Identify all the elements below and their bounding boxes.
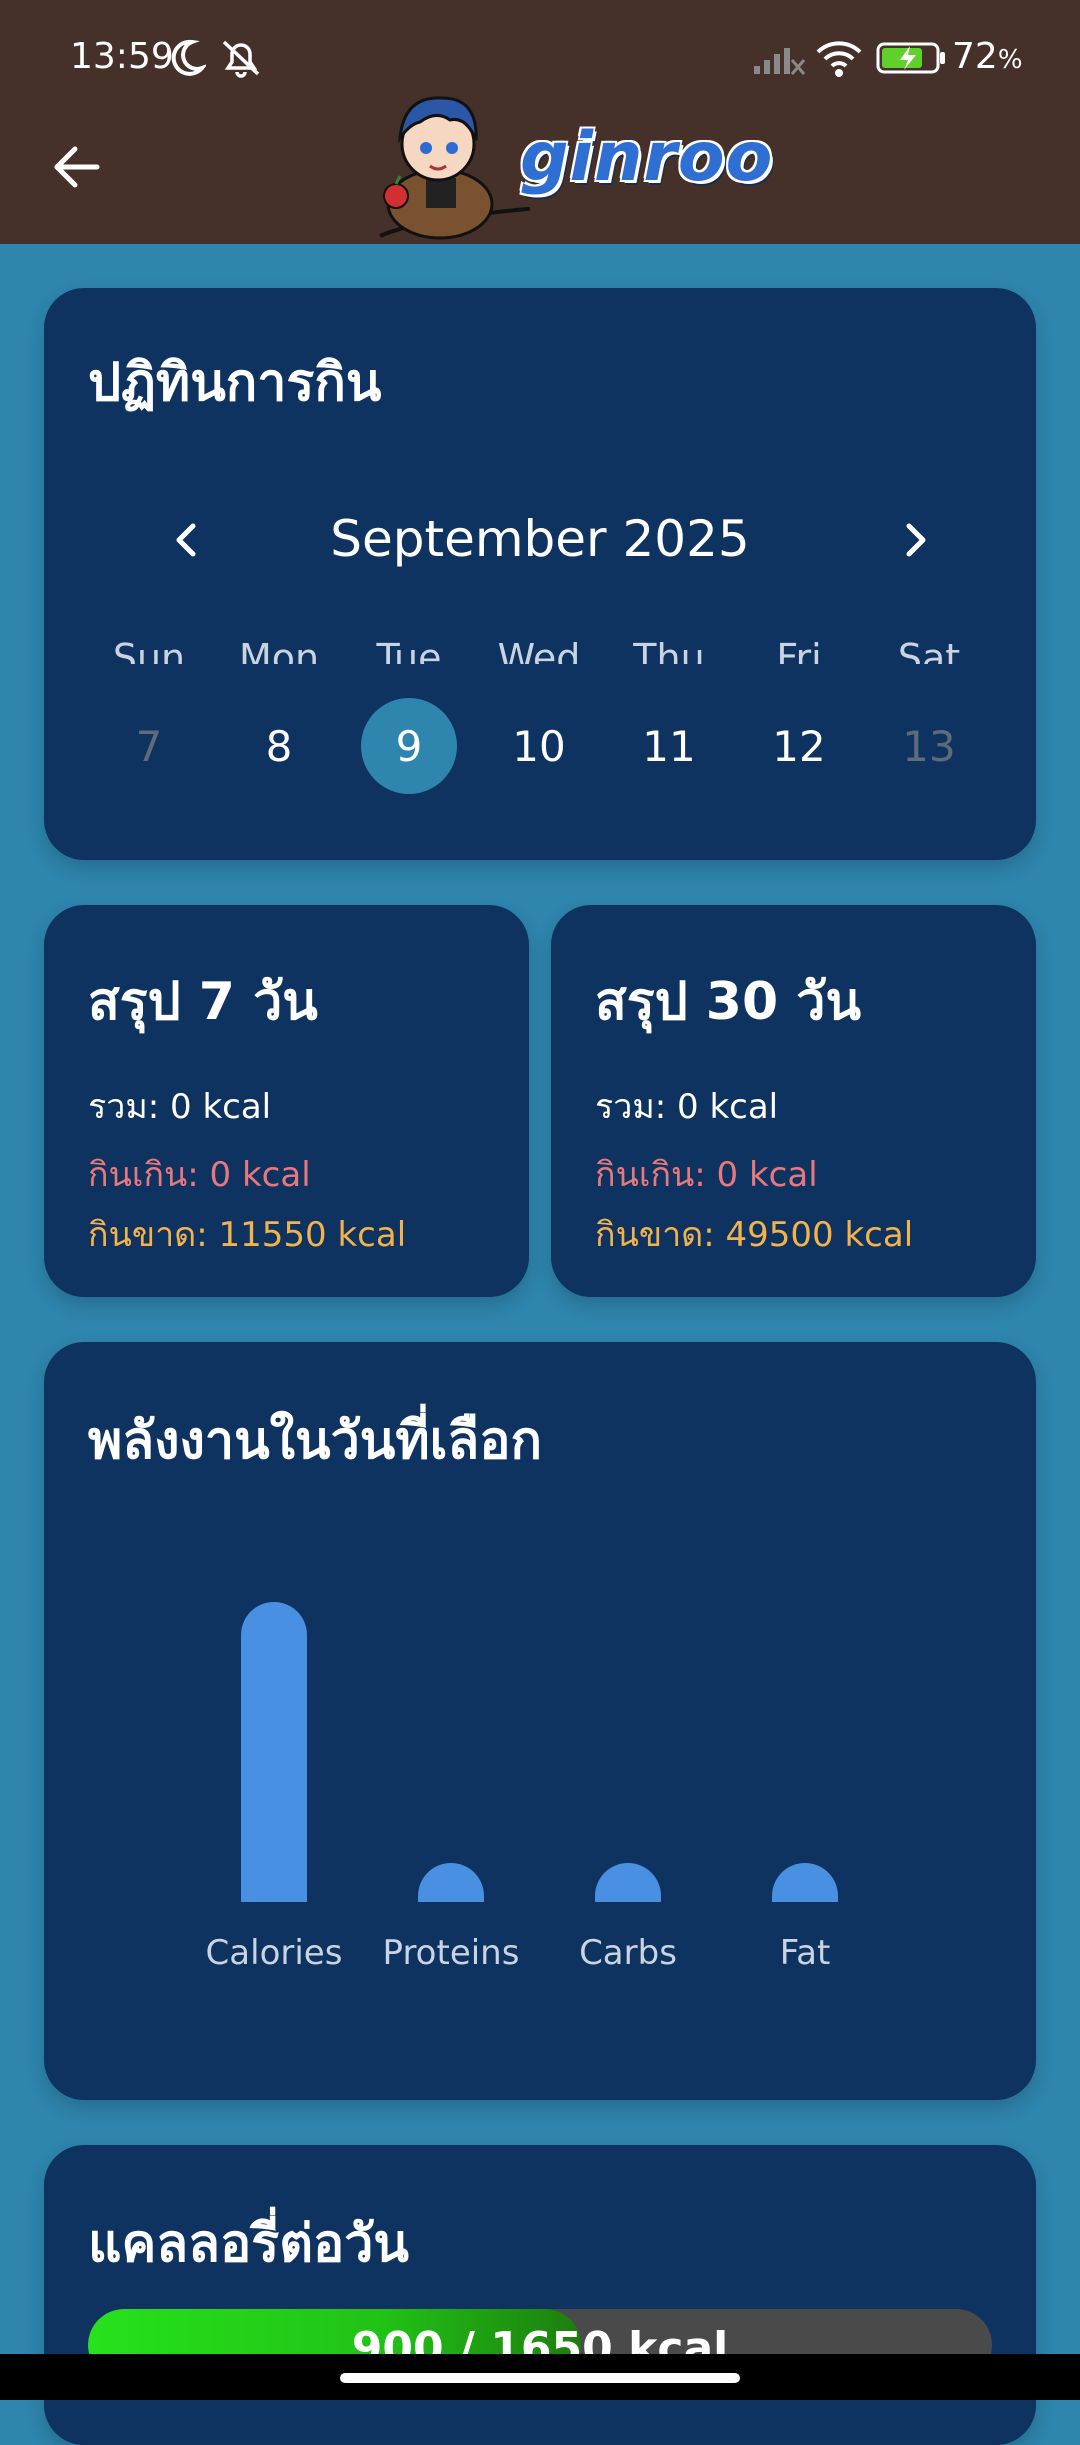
bell-off-icon xyxy=(222,40,260,78)
energy-bar-chart: Calories Proteins Carbs Fat xyxy=(206,1602,838,1973)
calories-per-day-title: แคลลอรี่ต่อวัน xyxy=(88,2214,409,2274)
weekday-label: Mon xyxy=(238,636,320,664)
moon-icon xyxy=(171,39,206,76)
calendar-day[interactable]: 12 xyxy=(751,698,847,794)
summary-7-over: กินเกิน: 0 kcal xyxy=(88,1155,311,1195)
chart-bar-calories xyxy=(241,1602,307,1902)
calendar-day[interactable]: 8 xyxy=(231,698,327,794)
summary-30-days-card: สรุป 30 วัน รวม: 0 kcal กินเกิน: 0 kcal … xyxy=(551,905,1036,1297)
summary-7-under: กินขาด: 11550 kcal xyxy=(88,1215,407,1255)
chevron-left-icon xyxy=(176,523,196,557)
battery-percent: 72% xyxy=(952,36,1023,77)
chevron-right-icon xyxy=(906,523,926,557)
weekday-label: Wed xyxy=(497,636,581,664)
arrow-left-icon xyxy=(54,146,100,188)
wifi-icon xyxy=(816,41,862,77)
energy-chart-card: พลังงานในวันที่เลือก Calories Proteins Car… xyxy=(44,1342,1036,2100)
month-label: September 2025 xyxy=(330,510,750,568)
calendar-day[interactable]: 13 xyxy=(881,698,977,794)
calendar-title: ปฏิทินการกิน xyxy=(88,353,382,413)
chart-bar-fat xyxy=(772,1863,838,1902)
chart-bar-proteins xyxy=(418,1863,484,1902)
weekday-label: Sat xyxy=(897,636,961,664)
weekday-label: Fri xyxy=(776,636,822,664)
calendar-day[interactable]: 10 xyxy=(491,698,587,794)
battery-charging-icon xyxy=(876,42,945,74)
chart-category-label: Calories xyxy=(206,1933,343,1973)
weekday-label: Sun xyxy=(112,636,186,664)
summary-30-title: สรุป 30 วัน xyxy=(595,972,861,1032)
summary-7-title: สรุป 7 วัน xyxy=(88,972,318,1032)
chart-category-label: Proteins xyxy=(383,1933,520,1973)
calendar-day[interactable]: 7 xyxy=(101,698,197,794)
calendar-day[interactable]: 11 xyxy=(621,698,717,794)
home-indicator[interactable] xyxy=(340,2373,740,2383)
summary-30-over: กินเกิน: 0 kcal xyxy=(595,1155,818,1195)
prev-month-button[interactable] xyxy=(156,510,216,570)
weekday-header: Sun Mon Tue Wed Thu Fri Sat xyxy=(44,636,1036,664)
summary-30-under: กินขาด: 49500 kcal xyxy=(595,1215,914,1255)
calories-per-day-card: แคลลอรี่ต่อวัน 900 / 1650 kcal xyxy=(44,2145,1036,2445)
logo-text: ginroo xyxy=(520,118,774,197)
summary-7-days-card: สรุป 7 วัน รวม: 0 kcal กินเกิน: 0 kcal ก… xyxy=(44,905,529,1297)
back-button[interactable] xyxy=(40,130,114,204)
calendar-day-selected[interactable]: 9 xyxy=(361,698,457,794)
app-header: 13:59 72% ginroo xyxy=(0,0,1080,244)
summary-7-total: รวม: 0 kcal xyxy=(88,1087,272,1127)
app-logo: ginroo xyxy=(370,86,772,242)
mascot-illustration xyxy=(379,96,530,240)
status-time: 13:59 xyxy=(70,36,174,77)
chart-bar-carbs xyxy=(595,1863,661,1902)
summary-30-total: รวม: 0 kcal xyxy=(595,1087,779,1127)
signal-icon xyxy=(754,48,806,75)
chart-category-label: Fat xyxy=(780,1933,831,1973)
chart-category-label: Carbs xyxy=(579,1933,677,1973)
next-month-button[interactable] xyxy=(886,510,946,570)
weekday-label: Tue xyxy=(376,636,442,664)
calendar-card: ปฏิทินการกิน September 2025 Sun Mon Tue … xyxy=(44,288,1036,860)
weekday-label: Thu xyxy=(633,636,705,664)
